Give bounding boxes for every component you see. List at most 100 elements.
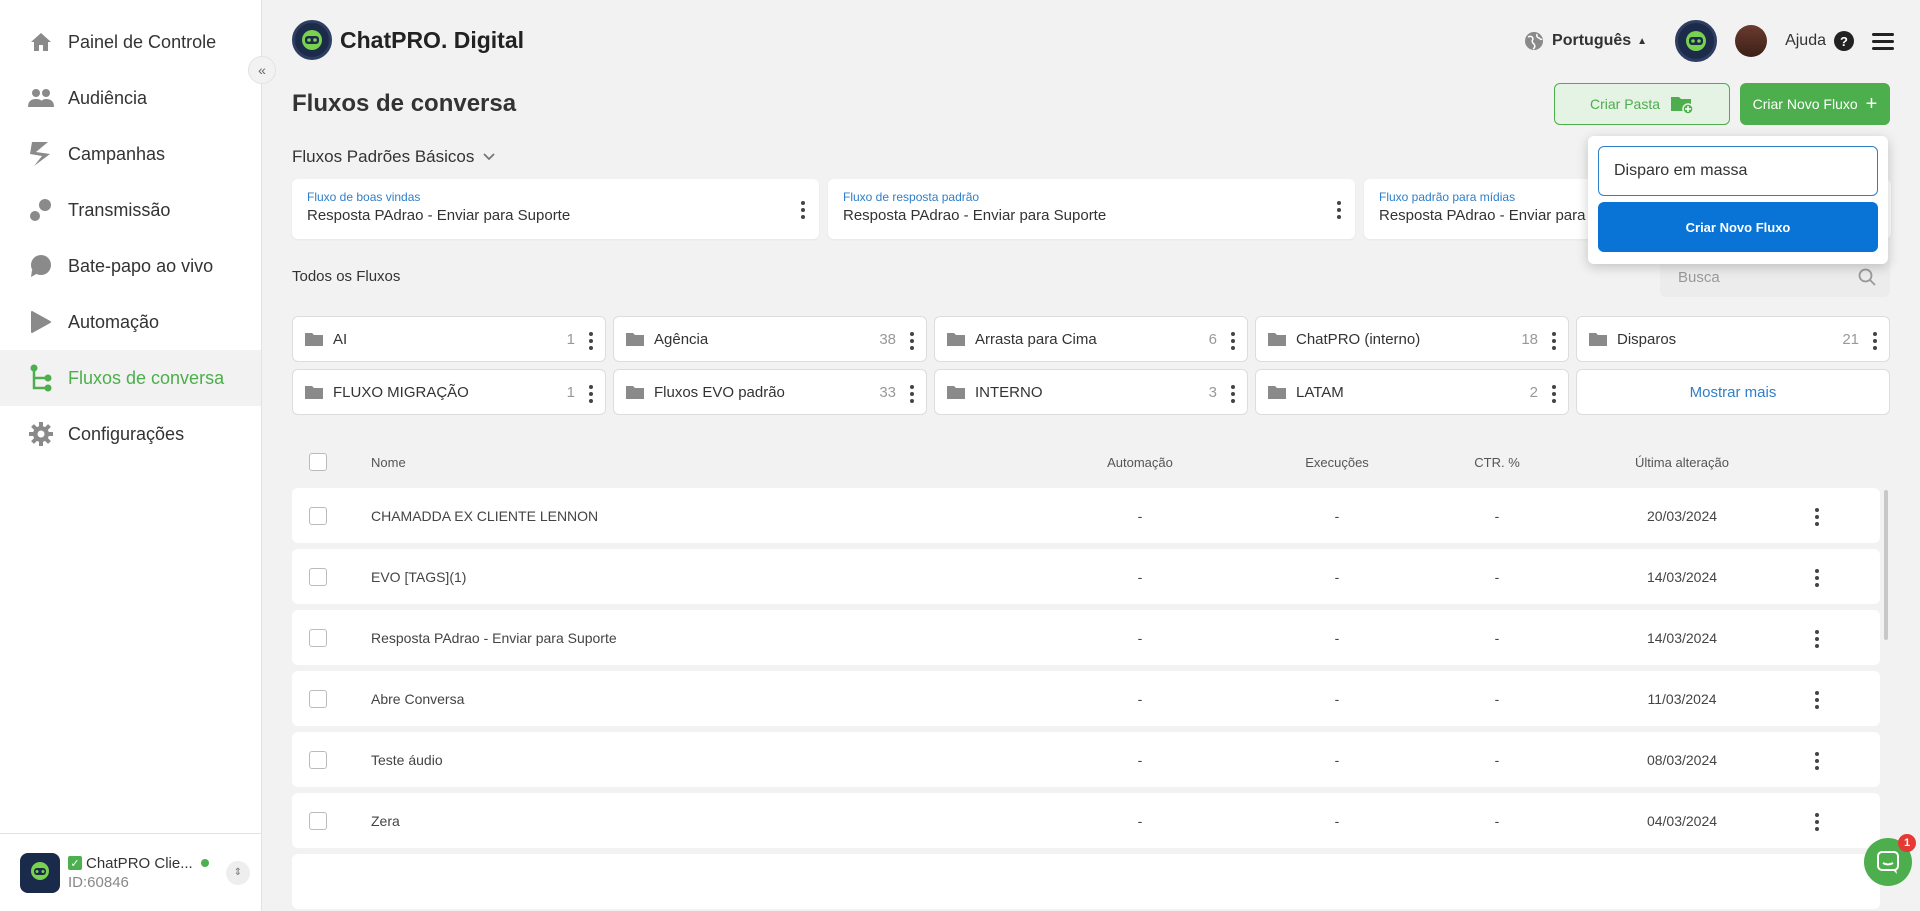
more-options-icon[interactable] (1815, 813, 1819, 831)
help-link[interactable]: Ajuda ? (1785, 31, 1854, 51)
folder-item[interactable]: Fluxos EVO padrão 33 (613, 369, 927, 415)
notification-badge: 1 (1898, 834, 1916, 852)
row-checkbox[interactable] (309, 506, 327, 525)
folder-count: 2 (1529, 383, 1538, 401)
hamburger-menu-icon[interactable] (1872, 32, 1894, 50)
folder-grid: AI 1 Agência 38 Arrasta para Cima 6 Chat… (292, 316, 1890, 415)
header-actions: Português ▲ Ajuda ? (1524, 20, 1894, 62)
popup-create-flow-label: Criar Novo Fluxo (1685, 219, 1791, 235)
more-options-icon[interactable] (910, 385, 914, 403)
more-options-icon[interactable] (1815, 691, 1819, 709)
chevron-down-icon (483, 153, 496, 161)
sidebar: Painel de Controle Audiência Campanhas T… (0, 0, 262, 911)
folder-item[interactable]: Disparos 21 (1576, 316, 1890, 362)
account-switcher[interactable]: ✓ ChatPRO Clie... ID:60846 ⇕ (0, 833, 262, 911)
more-options-icon[interactable] (1552, 385, 1556, 403)
create-folder-button[interactable]: Criar Pasta (1554, 83, 1730, 125)
more-options-icon[interactable] (1815, 630, 1819, 648)
sidebar-item-label: Campanhas (68, 143, 166, 164)
row-checkbox[interactable] (309, 689, 327, 708)
more-options-icon[interactable] (1231, 332, 1235, 350)
folder-item[interactable]: Agência 38 (613, 316, 927, 362)
flow-ctr: - (1494, 690, 1500, 707)
new-flow-name-input[interactable] (1598, 146, 1878, 196)
folder-name: AI (333, 330, 348, 348)
updown-chevron-icon[interactable]: ⇕ (226, 860, 250, 885)
flow-name[interactable]: Resposta PAdrao - Enviar para Suporte (371, 630, 617, 646)
column-header-executions[interactable]: Execuções (1287, 455, 1387, 470)
page-title: Fluxos de conversa (292, 90, 517, 117)
flow-name[interactable]: EVO [TAGS](1) (371, 569, 466, 585)
home-icon (26, 27, 56, 57)
folder-item[interactable]: INTERNO 3 (934, 369, 1248, 415)
row-checkbox[interactable] (309, 811, 327, 830)
table-row[interactable]: Teste áudio - - - 08/03/2024 (292, 732, 1880, 787)
collapse-sidebar-button[interactable]: « (248, 56, 276, 84)
sidebar-item-automacao[interactable]: Automação (0, 294, 261, 350)
table-scrollbar[interactable] (1884, 490, 1888, 640)
folder-item[interactable]: FLUXO MIGRAÇÃO 1 (292, 369, 606, 415)
popup-create-flow-button[interactable]: Criar Novo Fluxo (1598, 202, 1878, 252)
flow-icon (26, 363, 56, 393)
flow-automation: - (1137, 812, 1143, 829)
basics-section-toggle[interactable]: Fluxos Padrões Básicos (292, 147, 496, 167)
sidebar-item-campanhas[interactable]: Campanhas (0, 126, 261, 182)
folder-item[interactable]: ChatPRO (interno) 18 (1255, 316, 1569, 362)
flow-name[interactable]: Abre Conversa (371, 691, 464, 707)
search-icon (1858, 268, 1876, 286)
more-options-icon[interactable] (910, 332, 914, 350)
sidebar-item-configuracoes[interactable]: Configurações (0, 406, 261, 462)
more-options-icon[interactable] (1552, 332, 1556, 350)
folder-icon (305, 386, 323, 399)
flow-name[interactable]: Zera (371, 813, 400, 829)
more-options-icon[interactable] (801, 201, 805, 219)
table-row[interactable]: Zera - - - 04/03/2024 (292, 793, 1880, 848)
show-more-button[interactable]: Mostrar mais (1576, 369, 1890, 415)
more-options-icon[interactable] (1815, 569, 1819, 587)
table-row[interactable]: Abre Conversa - - - 11/03/2024 (292, 671, 1880, 726)
more-options-icon[interactable] (589, 332, 593, 350)
column-header-last-change[interactable]: Última alteração (1602, 455, 1762, 470)
table-row[interactable]: EVO [TAGS](1) - - - 14/03/2024 (292, 549, 1880, 604)
more-options-icon[interactable] (1815, 752, 1819, 770)
more-options-icon[interactable] (589, 385, 593, 403)
more-options-icon[interactable] (1815, 508, 1819, 526)
sidebar-item-audiencia[interactable]: Audiência (0, 70, 261, 126)
sidebar-item-painel[interactable]: Painel de Controle (0, 14, 261, 70)
sidebar-item-bate-papo[interactable]: Bate-papo ao vivo (0, 238, 261, 294)
table-row-partial[interactable] (292, 854, 1880, 909)
folder-count: 38 (879, 330, 896, 348)
support-chat-button[interactable]: 1 (1864, 834, 1916, 886)
column-header-ctr[interactable]: CTR. % (1447, 455, 1547, 470)
more-options-icon[interactable] (1873, 332, 1877, 350)
sidebar-item-fluxos[interactable]: Fluxos de conversa (0, 350, 261, 406)
create-new-flow-button[interactable]: Criar Novo Fluxo + (1740, 83, 1890, 125)
flow-name[interactable]: CHAMADDA EX CLIENTE LENNON (371, 508, 598, 524)
folder-item[interactable]: AI 1 (292, 316, 606, 362)
flow-name[interactable]: Teste áudio (371, 752, 443, 768)
flow-executions: - (1334, 690, 1340, 707)
folder-icon (947, 386, 965, 399)
more-options-icon[interactable] (1337, 201, 1341, 219)
folder-count: 1 (566, 330, 575, 348)
basic-flow-card-default-reply[interactable]: Fluxo de resposta padrão Resposta PAdrao… (828, 179, 1355, 239)
row-checkbox[interactable] (309, 628, 327, 647)
row-checkbox[interactable] (309, 567, 327, 586)
gear-icon (26, 419, 56, 449)
column-header-automation[interactable]: Automação (1090, 455, 1190, 470)
row-checkbox[interactable] (309, 750, 327, 769)
table-row[interactable]: CHAMADDA EX CLIENTE LENNON - - - 20/03/2… (292, 488, 1880, 543)
table-row[interactable]: Resposta PAdrao - Enviar para Suporte - … (292, 610, 1880, 665)
select-all-checkbox[interactable] (309, 453, 327, 471)
language-selector[interactable]: Português ▲ (1524, 31, 1647, 51)
column-header-name[interactable]: Nome (371, 455, 406, 470)
folder-item[interactable]: LATAM 2 (1255, 369, 1569, 415)
more-options-icon[interactable] (1231, 385, 1235, 403)
brand[interactable]: ChatPRO. Digital (292, 20, 524, 60)
basic-flow-card-welcome[interactable]: Fluxo de boas vindas Resposta PAdrao - E… (292, 179, 819, 239)
sidebar-item-transmissao[interactable]: Transmissão (0, 182, 261, 238)
user-avatar[interactable] (1735, 25, 1768, 57)
sidebar-item-label: Audiência (68, 87, 148, 108)
bot-avatar[interactable] (1675, 20, 1718, 62)
folder-item[interactable]: Arrasta para Cima 6 (934, 316, 1248, 362)
